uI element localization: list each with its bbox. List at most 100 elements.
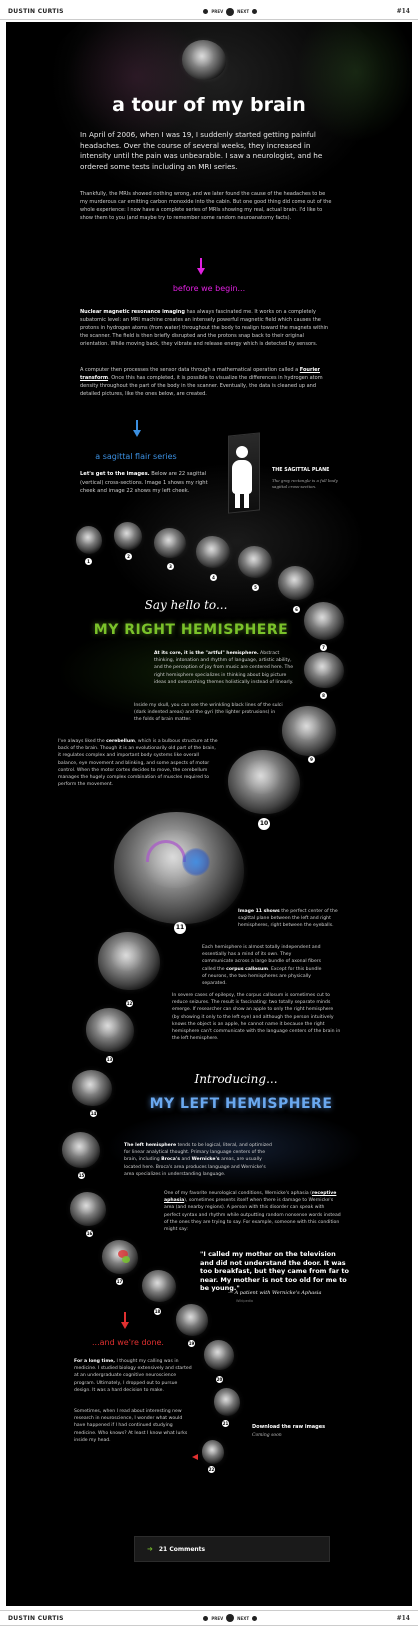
sagittal-plane-title: THE SAGITTAL PLANE bbox=[272, 468, 330, 473]
brain-slice-3[interactable] bbox=[154, 528, 186, 558]
left-script: Introducing... bbox=[194, 1072, 278, 1086]
slice-number-17: 17 bbox=[116, 1278, 123, 1285]
middle-p1-strong: Image 11 shows bbox=[238, 909, 280, 914]
cerebellum-highlight bbox=[182, 848, 210, 876]
right-script: Say hello to... bbox=[144, 598, 228, 612]
brain-slice-12[interactable] bbox=[98, 932, 160, 990]
footer-prev-arrow-icon[interactable] bbox=[203, 1615, 209, 1621]
cerebellum-link[interactable]: cerebellum bbox=[106, 739, 135, 744]
brain-slice-11[interactable] bbox=[114, 812, 244, 924]
right-p2: Inside my skull, you can see the wrinkli… bbox=[134, 703, 283, 723]
slice-number-15: 15 bbox=[78, 1172, 85, 1179]
wernicke-link[interactable]: Wernicke's bbox=[192, 1157, 220, 1162]
comment-icon: ➜ bbox=[147, 1545, 153, 1553]
brain-slice-8[interactable] bbox=[304, 652, 344, 688]
comments-button[interactable]: ➜ 21 Comments bbox=[134, 1536, 330, 1562]
corpus-callosum-link[interactable]: corpus callosum bbox=[226, 967, 268, 972]
aphasia-quote: "I called my mother on the television an… bbox=[200, 1250, 349, 1292]
footer-prev-link[interactable]: PREV bbox=[211, 1616, 223, 1621]
quote-citation: — A patient with Wernicke's Aphasia bbox=[228, 1290, 322, 1296]
brain-slice-13[interactable] bbox=[86, 1008, 134, 1052]
slice-number-2: 2 bbox=[125, 553, 132, 560]
brain-slice-19[interactable] bbox=[176, 1304, 208, 1336]
sagittal-intro: Let's get to the images. Below are 22 sa… bbox=[80, 470, 210, 496]
red-pointer-icon bbox=[192, 1454, 198, 1460]
person-leg-right bbox=[244, 492, 249, 508]
slice-number-4: 4 bbox=[210, 574, 217, 581]
middle-p3: In severe cases of epilepsy, the corpus … bbox=[172, 993, 341, 1042]
right-p1-text: Abstract thinking, intonation and rhythm… bbox=[154, 651, 294, 685]
brain-scan-hero bbox=[182, 40, 226, 80]
middle-p2: Each hemisphere is almost totally indepe… bbox=[202, 944, 322, 987]
next-link[interactable]: NEXT bbox=[237, 9, 249, 14]
site-brand[interactable]: DUSTIN CURTIS bbox=[8, 8, 64, 15]
bottom-nav-bar: DUSTIN CURTIS PREV NEXT #14 bbox=[0, 1610, 418, 1626]
left-p1-and: and bbox=[180, 1157, 192, 1163]
slice-number-9: 9 bbox=[308, 756, 315, 763]
broca-link[interactable]: Broca's bbox=[161, 1157, 180, 1162]
brain-slice-14[interactable] bbox=[72, 1070, 112, 1106]
brain-slice-5[interactable] bbox=[238, 546, 272, 578]
quote-source: Wikipedia bbox=[236, 1299, 254, 1303]
done-p1: For a long time, I thought my calling wa… bbox=[74, 1358, 194, 1394]
brain-slice-6[interactable] bbox=[278, 566, 314, 600]
brain-slice-22[interactable] bbox=[202, 1440, 224, 1464]
footer-next-arrow-icon[interactable] bbox=[252, 1615, 258, 1621]
home-dot-icon[interactable] bbox=[226, 7, 235, 16]
brain-slice-1[interactable] bbox=[76, 526, 102, 554]
slice-number-16: 16 bbox=[86, 1230, 93, 1237]
right-p3-b: , which is a bulbous structure at the ba… bbox=[58, 739, 218, 788]
brain-slice-10[interactable] bbox=[228, 750, 300, 814]
footer-brand[interactable]: DUSTIN CURTIS bbox=[8, 1615, 64, 1622]
before-p2: A computer then processes the sensor dat… bbox=[80, 366, 332, 398]
intro-body: Thankfully, the MRIs showed nothing wron… bbox=[80, 191, 332, 221]
slice-number-20: 20 bbox=[216, 1376, 223, 1383]
next-arrow-icon[interactable] bbox=[252, 9, 258, 14]
pager: PREV NEXT bbox=[203, 7, 258, 16]
slice-number-13: 13 bbox=[106, 1056, 113, 1063]
before-heading: before we begin... bbox=[172, 284, 246, 293]
person-body-icon bbox=[232, 460, 252, 494]
slice-number-11: 11 bbox=[174, 922, 186, 934]
done-heading: ...and we're done. bbox=[92, 1338, 164, 1347]
prev-arrow-icon[interactable] bbox=[203, 9, 209, 14]
before-p1-strong: Nuclear magnetic resonance imaging bbox=[80, 309, 185, 315]
brain-slice-20[interactable] bbox=[204, 1340, 234, 1370]
footer-home-dot-icon[interactable] bbox=[226, 1614, 235, 1622]
download-raw-images[interactable]: Download the raw images bbox=[252, 1424, 325, 1430]
brain-slice-4[interactable] bbox=[196, 536, 230, 568]
right-p3: I've always liked the cerebellum, which … bbox=[58, 738, 218, 788]
brain-slice-18[interactable] bbox=[142, 1270, 176, 1302]
right-p3-a: I've always liked the bbox=[58, 739, 107, 744]
before-p2-a: A computer then processes the sensor dat… bbox=[80, 367, 300, 373]
brain-slice-21[interactable] bbox=[214, 1388, 240, 1416]
before-p2-b: . Once this has completed, it is possibl… bbox=[80, 375, 323, 397]
article-canvas: a tour of my brain In April of 2006, whe… bbox=[6, 22, 412, 1606]
middle-p1: Image 11 shows the perfect center of the… bbox=[238, 908, 338, 930]
brain-slice-16[interactable] bbox=[70, 1192, 106, 1226]
sagittal-plane-caption: The gray rectangle is a full body sagitt… bbox=[272, 478, 338, 489]
slice-number-5: 5 bbox=[252, 584, 259, 591]
brain-slice-9[interactable] bbox=[282, 706, 336, 756]
green-glow bbox=[296, 22, 412, 142]
brain-slice-15[interactable] bbox=[62, 1132, 100, 1168]
footer-next-link[interactable]: NEXT bbox=[237, 1616, 249, 1621]
brain-slice-2[interactable] bbox=[114, 522, 142, 550]
sagittal-strong: Let's get to the images. bbox=[80, 471, 150, 477]
prev-link[interactable]: PREV bbox=[211, 9, 223, 14]
footer-pager: PREV NEXT bbox=[203, 1614, 258, 1622]
slice-number-1: 1 bbox=[85, 558, 92, 565]
blue-arrow-stem bbox=[136, 420, 138, 430]
sagittal-heading: a sagittal flair series bbox=[95, 452, 177, 461]
red-arrow-stem bbox=[124, 1312, 126, 1322]
slice-number-12: 12 bbox=[126, 1000, 133, 1007]
slice-number-8: 8 bbox=[320, 692, 327, 699]
slice-number-3: 3 bbox=[167, 563, 174, 570]
slice-number-22: 22 bbox=[208, 1466, 215, 1473]
slice-number-18: 18 bbox=[154, 1308, 161, 1315]
before-p1: Nuclear magnetic resonance imaging has a… bbox=[80, 308, 332, 348]
left-p1-strong: The left hemisphere bbox=[124, 1143, 177, 1148]
magenta-arrow-stem bbox=[200, 258, 202, 268]
slice-number-21: 21 bbox=[222, 1420, 229, 1427]
purple-glow bbox=[66, 22, 206, 142]
